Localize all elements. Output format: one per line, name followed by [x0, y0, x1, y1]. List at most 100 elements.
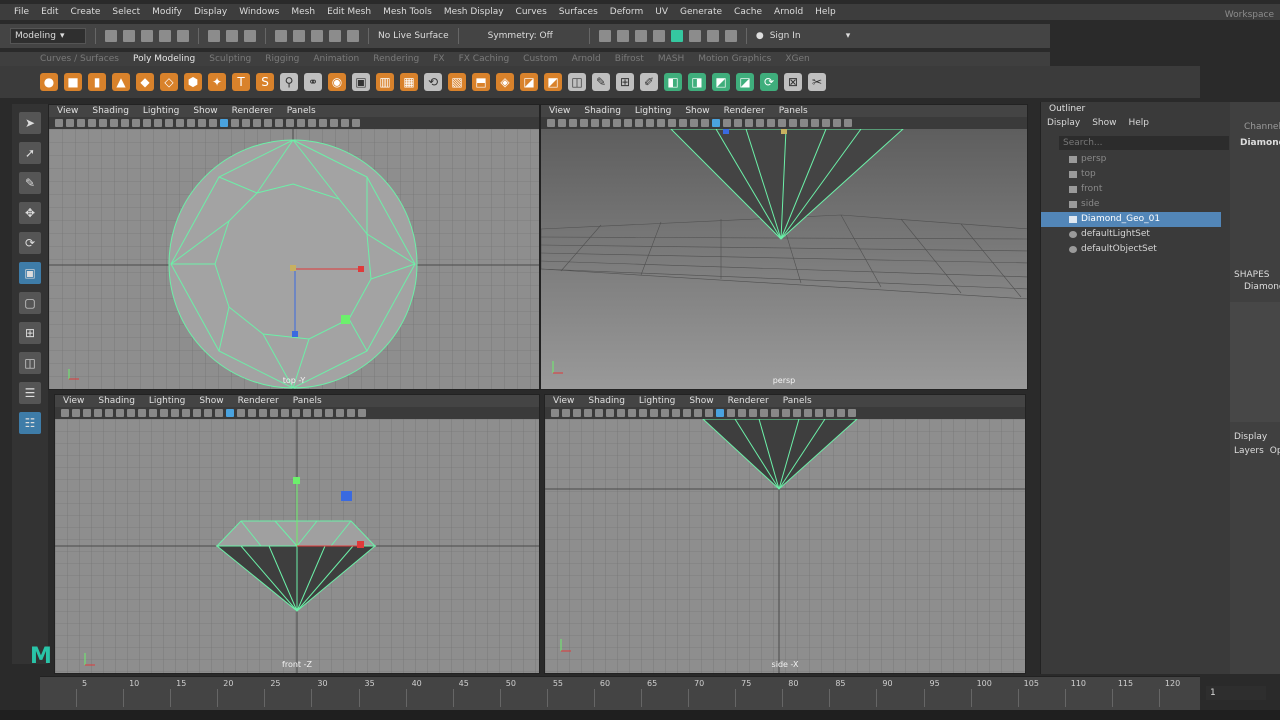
- viewport-top[interactable]: View Shading Lighting Show Renderer Pane…: [48, 104, 540, 390]
- save-scene-icon[interactable]: [141, 30, 153, 42]
- menu-windows[interactable]: Windows: [233, 7, 285, 17]
- four-pane-layout-icon[interactable]: ⊞: [19, 322, 41, 344]
- uv-spherical-icon[interactable]: ◪: [736, 73, 754, 91]
- symmetry-dropdown[interactable]: Symmetry: Off: [488, 31, 553, 41]
- open-scene-icon[interactable]: [123, 30, 135, 42]
- menu-mesh[interactable]: Mesh: [285, 7, 321, 17]
- range-slider[interactable]: [0, 710, 1280, 720]
- poly-cylinder-icon[interactable]: ▮: [88, 73, 106, 91]
- select-component-icon[interactable]: [244, 30, 256, 42]
- shelf-tab-bifrost[interactable]: Bifrost: [615, 54, 644, 64]
- select-tool-icon[interactable]: ➤: [19, 112, 41, 134]
- manipulator-z-handle[interactable]: [723, 129, 729, 134]
- sign-in-button[interactable]: Sign In: [770, 31, 840, 41]
- outliner-item-front[interactable]: front: [1041, 182, 1221, 197]
- outliner-item-side[interactable]: side: [1041, 197, 1221, 212]
- menu-generate[interactable]: Generate: [674, 7, 728, 17]
- outliner-item-persp[interactable]: persp: [1041, 152, 1221, 167]
- viewport-menu-shading[interactable]: Shading: [588, 396, 625, 406]
- shelf-tab-fx-caching[interactable]: FX Caching: [459, 54, 510, 64]
- quad-draw-icon[interactable]: ✐: [640, 73, 658, 91]
- super-shape-icon[interactable]: ✦: [208, 73, 226, 91]
- menu-help[interactable]: Help: [809, 7, 842, 17]
- viewport-menu-view[interactable]: View: [549, 106, 570, 116]
- menu-surfaces[interactable]: Surfaces: [553, 7, 604, 17]
- viewport-menu-renderer[interactable]: Renderer: [724, 106, 765, 116]
- play-icon[interactable]: [706, 30, 719, 42]
- menu-arnold[interactable]: Arnold: [768, 7, 809, 17]
- chevron-down-icon[interactable]: ▾: [846, 31, 851, 41]
- uv-editor-icon[interactable]: ◧: [664, 73, 682, 91]
- viewport-menu-renderer[interactable]: Renderer: [728, 396, 769, 406]
- viewport-menu-show[interactable]: Show: [685, 106, 709, 116]
- viewport-menu-shading[interactable]: Shading: [584, 106, 621, 116]
- shelf-tab-curves-surfaces[interactable]: Curves / Surfaces: [40, 54, 119, 64]
- paint-select-icon[interactable]: ✎: [19, 172, 41, 194]
- viewport-menu-lighting[interactable]: Lighting: [635, 106, 671, 116]
- shelf-tab-animation[interactable]: Animation: [313, 54, 359, 64]
- poly-cone-icon[interactable]: ▲: [112, 73, 130, 91]
- undo-icon[interactable]: [159, 30, 171, 42]
- text-tool-icon[interactable]: T: [232, 73, 250, 91]
- shelf-tab-fx[interactable]: FX: [433, 54, 444, 64]
- shelf-tab-arnold[interactable]: Arnold: [572, 54, 601, 64]
- menu-cache[interactable]: Cache: [728, 7, 768, 17]
- uv-cut-icon[interactable]: ✂: [808, 73, 826, 91]
- viewport-menu-shading[interactable]: Shading: [98, 396, 135, 406]
- outliner-layout-icon[interactable]: ☰: [19, 382, 41, 404]
- viewport-menu-panels[interactable]: Panels: [293, 396, 322, 406]
- uv-layout-icon[interactable]: ⊠: [784, 73, 802, 91]
- viewport-toolbar[interactable]: [545, 407, 1025, 419]
- multi-cut-icon[interactable]: ✎: [592, 73, 610, 91]
- append-icon[interactable]: ⬒: [472, 73, 490, 91]
- separate-icon[interactable]: ⚭: [304, 73, 322, 91]
- pause-icon[interactable]: [724, 30, 737, 42]
- current-frame-field[interactable]: 1: [1206, 686, 1266, 700]
- layer-menu-options[interactable]: Opt: [1270, 446, 1280, 456]
- move-tool-icon[interactable]: ✥: [19, 202, 41, 224]
- shelf-tab-xgen[interactable]: XGen: [785, 54, 809, 64]
- snap-surface-icon[interactable]: [347, 30, 359, 42]
- viewport-menu-view[interactable]: View: [57, 106, 78, 116]
- viewport-menu-show[interactable]: Show: [199, 396, 223, 406]
- menu-uv[interactable]: UV: [649, 7, 674, 17]
- menu-file[interactable]: File: [8, 7, 35, 17]
- live-surface-label[interactable]: No Live Surface: [378, 31, 449, 41]
- viewport-menu-show[interactable]: Show: [193, 106, 217, 116]
- bridge-icon[interactable]: ⟲: [424, 73, 442, 91]
- extrude-icon[interactable]: ▦: [400, 73, 418, 91]
- viewport-menu-shading[interactable]: Shading: [92, 106, 129, 116]
- menu-deform[interactable]: Deform: [604, 7, 649, 17]
- poly-disc-icon[interactable]: ⬢: [184, 73, 202, 91]
- render-frame-icon[interactable]: [598, 30, 611, 42]
- shape-name[interactable]: Diamond: [1244, 282, 1280, 292]
- ipr-render-icon[interactable]: [634, 30, 647, 42]
- two-pane-layout-icon[interactable]: ◫: [19, 352, 41, 374]
- select-hierarchy-icon[interactable]: [208, 30, 220, 42]
- viewport-toolbar[interactable]: [49, 117, 539, 129]
- viewport-persp[interactable]: View Shading Lighting Show Renderer Pane…: [540, 104, 1028, 390]
- menu-modify[interactable]: Modify: [146, 7, 188, 17]
- viewport-side[interactable]: View Shading Lighting Show Renderer Pane…: [544, 394, 1026, 674]
- viewport-menu-panels[interactable]: Panels: [783, 396, 812, 406]
- outliner-item-default-object-set[interactable]: defaultObjectSet: [1041, 242, 1221, 257]
- snap-view-icon[interactable]: [329, 30, 341, 42]
- diamond-top-wireframe[interactable]: [168, 139, 418, 389]
- hypershade-icon[interactable]: [670, 30, 683, 42]
- uv-auto-icon[interactable]: ⟳: [760, 73, 778, 91]
- lasso-tool-icon[interactable]: ➚: [19, 142, 41, 164]
- poly-plane-icon[interactable]: ◇: [160, 73, 178, 91]
- render-settings-icon[interactable]: [652, 30, 665, 42]
- merge-icon[interactable]: ◩: [544, 73, 562, 91]
- shelf-tab-mash[interactable]: MASH: [658, 54, 684, 64]
- snap-grid-icon[interactable]: [275, 30, 287, 42]
- shelf-tab-rigging[interactable]: Rigging: [265, 54, 299, 64]
- bevel-icon[interactable]: ▧: [448, 73, 466, 91]
- edge-loop-icon[interactable]: ⊞: [616, 73, 634, 91]
- boolean-icon[interactable]: ▣: [352, 73, 370, 91]
- render-view-icon[interactable]: [688, 30, 701, 42]
- new-scene-icon[interactable]: [105, 30, 117, 42]
- viewport-front[interactable]: View Shading Lighting Show Renderer Pane…: [54, 394, 540, 674]
- mode-dropdown[interactable]: Modeling ▾: [10, 28, 86, 44]
- menu-edit[interactable]: Edit: [35, 7, 64, 17]
